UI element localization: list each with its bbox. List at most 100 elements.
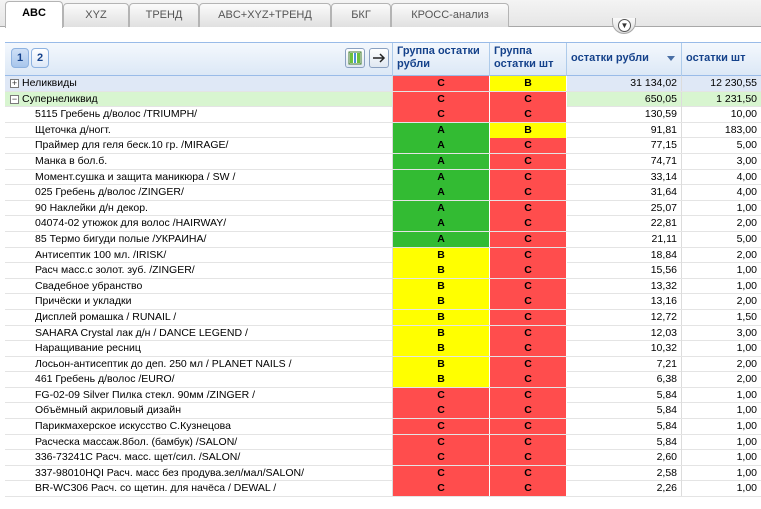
table-row[interactable]: Свадебное убранство B C 13,32 1,00	[5, 278, 761, 295]
table-row[interactable]: 025 Гребень д/волос /ZINGER/A C 31,64 4,00	[5, 185, 761, 201]
stock-rub-value: 13,32	[567, 278, 682, 294]
table-row[interactable]: Расч масс.с золот. зуб. /ZINGER/B C 15,56 1…	[5, 263, 761, 279]
group-rub-badge: C	[393, 387, 490, 403]
table-row[interactable]: 337-98010HQI Расч. масс без продува.зел/…	[5, 465, 761, 482]
table-row[interactable]: FG-02-09 Silver Пилка стекл. 90мм /ZINGE…	[5, 387, 761, 404]
item-name: Антисептик 100 мл. /IRISK/	[5, 247, 393, 263]
group-row[interactable]: Супернеликвид − C C 650,05 1 231,50	[5, 91, 761, 108]
panel-toggle-button[interactable]: ▼	[612, 18, 636, 34]
group-rub-badge: A	[393, 216, 490, 232]
group-qty-badge: C	[490, 200, 567, 216]
group-rub-badge: C	[393, 419, 490, 435]
group-row[interactable]: Неликвиды + C B 31 134,02 12 230,55	[5, 76, 761, 92]
stock-rub-value: 650,05	[567, 91, 682, 107]
pager: 1 2	[5, 43, 393, 76]
table-row[interactable]: 461 Гребень д/волос /EURO/B C 6,38 2,00	[5, 372, 761, 388]
table-row[interactable]: 336-73241C Расч. масс. щет/сил. /SALON/C…	[5, 450, 761, 466]
stock-rub-value: 33,14	[567, 169, 682, 185]
export-button[interactable]	[369, 48, 389, 68]
stock-qty-value: 1,00	[736, 466, 757, 479]
col-group-qty-header[interactable]: Группа остатки шт	[490, 43, 567, 76]
group-qty-badge: C	[490, 185, 567, 201]
stock-qty-value: 3,00	[736, 154, 757, 167]
group-qty-badge: C	[490, 294, 567, 310]
table-row[interactable]: Наращивание ресниц B C 10,32 1,00	[5, 341, 761, 357]
table-row[interactable]: Причёски и укладки B C 13,16 2,00	[5, 294, 761, 310]
group-qty-badge: C	[490, 153, 567, 169]
col-qty-header[interactable]: остатки шт	[682, 43, 761, 76]
columns-button[interactable]	[345, 48, 365, 68]
group-qty-badge: C	[490, 216, 567, 232]
group-rub-badge: C	[393, 434, 490, 450]
page-2-button[interactable]: 2	[31, 48, 49, 68]
group-rub-badge: A	[393, 122, 490, 138]
col-rub-header[interactable]: остатки рубли	[567, 43, 682, 76]
stock-qty-value: 2,00	[736, 217, 757, 230]
stock-rub-value: 91,81	[567, 122, 682, 138]
table-row[interactable]: Момент.сушка и защита маникюра / SW / A C 3…	[5, 169, 761, 186]
table-row[interactable]: 90 Наклейки д/н декор. A C 25,07 1,00	[5, 200, 761, 217]
table-row[interactable]: Антисептик 100 мл. /IRISK/B C 18,84 2,00	[5, 247, 761, 264]
stock-qty-value: 4,00	[736, 170, 757, 183]
table-row[interactable]: Парикмахерское искусство С.Кузнецова C C 5,…	[5, 419, 761, 435]
stock-qty-value: 12 230,55	[710, 77, 757, 89]
stock-rub-value: 22,81	[567, 216, 682, 232]
table-row[interactable]: Щеточка д/ногт. A B 91,81 183,00	[5, 122, 761, 139]
table-row[interactable]: SAHARA Crystal лак д/н / DANCE LEGEND / B…	[5, 325, 761, 342]
page-1-button[interactable]: 1	[11, 48, 29, 68]
group-rub-badge: B	[393, 325, 490, 341]
stock-qty-value: 1,00	[736, 420, 757, 433]
stock-qty-value: 10,00	[730, 108, 757, 121]
chevron-down-icon: ▼	[618, 19, 631, 32]
tab-xyz[interactable]: XYZ	[63, 3, 129, 27]
table-row[interactable]: Лосьон-антисептик до деп. 250 мл / PLANE…	[5, 356, 761, 373]
group-qty-badge: C	[490, 465, 567, 481]
group-rub-badge: A	[393, 169, 490, 185]
table-row[interactable]: Объёмный акриловый дизайн C C 5,84 1,00	[5, 403, 761, 420]
group-rub-badge: C	[393, 403, 490, 419]
stock-rub-value: 2,58	[567, 465, 682, 481]
tab-bkg[interactable]: БКГ	[331, 3, 391, 27]
expand-icon[interactable]: +	[10, 79, 19, 88]
table-row[interactable]: 04074-02 утюжок для волос /HAIRWAY/A C 22,…	[5, 216, 761, 232]
group-rub-badge: B	[393, 372, 490, 388]
stock-rub-value: 2,60	[567, 450, 682, 466]
table-row[interactable]: Дисплей ромашка / RUNAIL / B C 12,72 1,50	[5, 309, 761, 326]
item-name: 04074-02 утюжок для волос /HAIRWAY/	[5, 216, 393, 232]
table-row[interactable]: Манка в бол.б. A C 74,71 3,00	[5, 153, 761, 170]
table-row[interactable]: Расческа массаж.8бол. (бамбук) /SALON/C C…	[5, 434, 761, 451]
group-rub-badge: A	[393, 185, 490, 201]
group-rub-badge: B	[393, 278, 490, 294]
tab-bar: ABC XYZ ТРЕНД ABC+XYZ+ТРЕНД БКГ КРОСС-ан…	[0, 0, 761, 28]
tab-cross-analysis[interactable]: КРОСС-анализ	[391, 3, 509, 27]
table-row[interactable]: Праймер для геля беск.10 гр. /MIRAGE/A C 7…	[5, 138, 761, 154]
stock-qty-value: 1,00	[736, 388, 757, 401]
group-qty-badge: C	[490, 372, 567, 388]
tab-abc-xyz-trend[interactable]: ABC+XYZ+ТРЕНД	[199, 3, 331, 27]
group-qty-badge: C	[490, 419, 567, 435]
group-qty-badge: B	[490, 76, 567, 91]
group-rub-badge: C	[393, 107, 490, 123]
collapse-icon[interactable]: −	[10, 94, 19, 104]
item-name: Манка в бол.б.	[5, 153, 393, 169]
stock-rub-value: 25,07	[567, 200, 682, 216]
tab-trend[interactable]: ТРЕНД	[129, 3, 199, 27]
stock-rub-value: 5,84	[567, 434, 682, 450]
col-group-rub-header[interactable]: Группа остатки рубли	[393, 43, 490, 76]
item-name: Дисплей ромашка / RUNAIL /	[5, 309, 393, 325]
tab-abc[interactable]: ABC	[5, 1, 63, 28]
stock-rub-value: 12,72	[567, 309, 682, 325]
item-name: 336-73241C Расч. масс. щет/сил. /SALON/	[5, 450, 393, 466]
table-row[interactable]: BR-WC306 Расч. со щетин. для начёса / DE…	[5, 481, 761, 498]
stock-qty-value: 2,00	[736, 295, 757, 308]
table-row[interactable]: 85 Термо бигуди полые /УКРАИНА/A C 21,11 5,…	[5, 231, 761, 248]
stock-qty-value: 1,00	[736, 451, 757, 464]
item-name: SAHARA Crystal лак д/н / DANCE LEGEND /	[5, 325, 393, 341]
stock-qty-value: 2,00	[736, 373, 757, 386]
table-row[interactable]: 5115 Гребень д/волос /TRIUMPH/C C 130,59 10…	[5, 107, 761, 123]
stock-qty-value: 1,00	[736, 201, 757, 214]
group-qty-badge: C	[490, 263, 567, 279]
stock-rub-value: 130,59	[567, 107, 682, 123]
stock-qty-value: 1,00	[736, 435, 757, 448]
item-name: 025 Гребень д/волос /ZINGER/	[5, 185, 393, 201]
